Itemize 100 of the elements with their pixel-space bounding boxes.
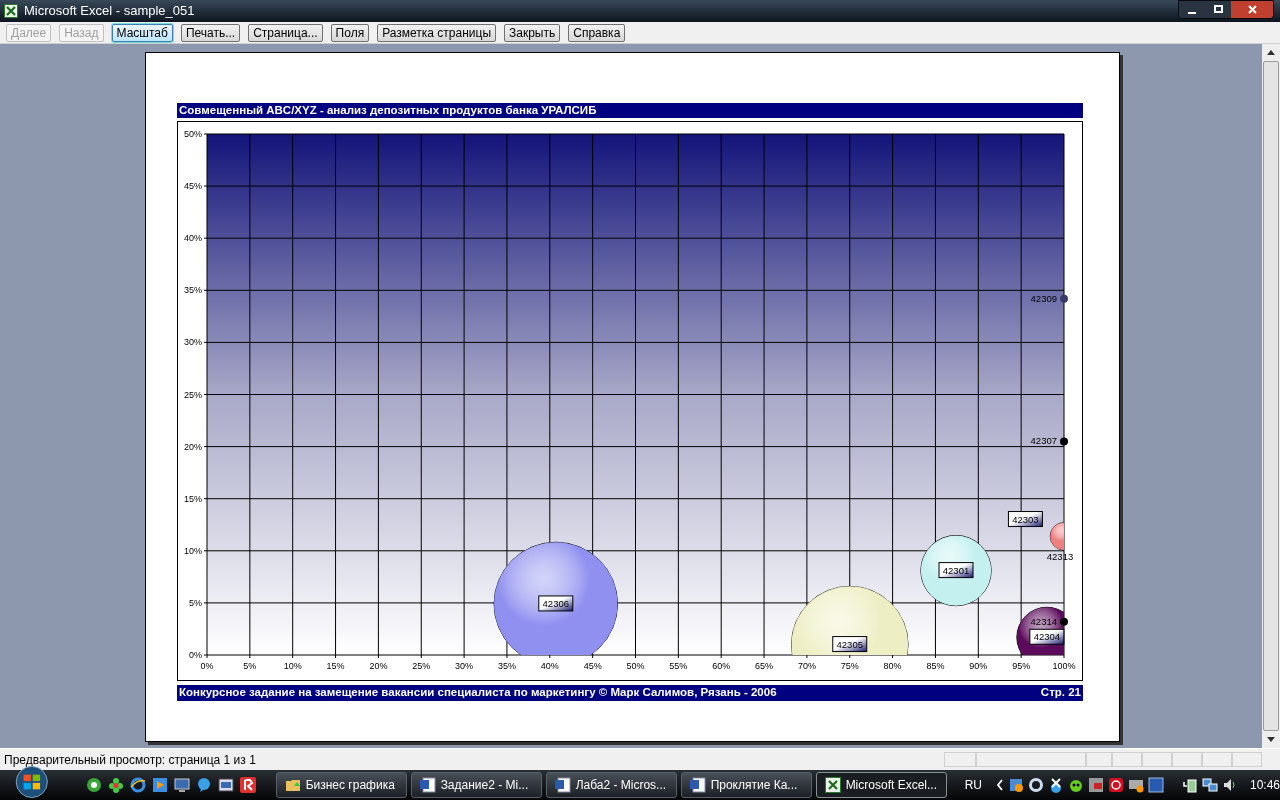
x-tick-label: 85% <box>926 661 945 671</box>
close-button[interactable] <box>1231 0 1273 18</box>
x-tick-label: 35% <box>497 661 516 671</box>
x-tick-label: 70% <box>797 661 816 671</box>
series-label: 42305 <box>836 638 863 650</box>
status-pane <box>1112 752 1142 767</box>
tray-icon[interactable] <box>1087 777 1104 793</box>
language-indicator[interactable]: RU <box>964 776 982 794</box>
x-tick-label: 90% <box>969 661 988 671</box>
maximize-icon <box>1213 5 1223 13</box>
x-tick-label: 20% <box>369 661 388 671</box>
network-icon[interactable] <box>1201 777 1218 793</box>
document-icon <box>554 777 571 793</box>
y-tick-label: 40% <box>184 233 202 244</box>
minimize-button[interactable] <box>1179 0 1205 18</box>
data-label: 42307 <box>1030 435 1057 447</box>
y-tick-label: 20% <box>184 441 202 452</box>
y-tick-label: 50% <box>184 129 202 139</box>
series-label: 42303 <box>1012 513 1039 525</box>
y-tick-label: 30% <box>184 337 202 348</box>
window-controls[interactable] <box>1178 0 1274 19</box>
x-tick-label: 30% <box>455 661 474 671</box>
x-tick-label: 100% <box>1052 661 1076 671</box>
keyboard-icon[interactable] <box>1127 777 1144 793</box>
tray-icon[interactable] <box>1107 777 1124 793</box>
x-tick-label: 15% <box>326 661 345 671</box>
ring-icon[interactable] <box>1027 777 1044 793</box>
data-label: 42303 <box>1007 511 1043 528</box>
y-tick-label: 0% <box>189 650 202 660</box>
minimize-icon <box>1188 11 1196 14</box>
data-label: 42305 <box>832 636 868 653</box>
data-point <box>1060 617 1068 626</box>
desktop-icon[interactable] <box>173 777 190 793</box>
x-tick-label: 80% <box>883 661 902 671</box>
close-icon <box>1247 4 1257 14</box>
x-tick-label: 95% <box>1012 661 1031 671</box>
data-label: 42304 <box>1029 628 1065 645</box>
data-label: 42309 <box>1030 292 1057 304</box>
toolbar-button[interactable]: Печать... <box>180 23 241 42</box>
y-tick-label: 10% <box>184 545 202 556</box>
taskbar-button[interactable]: Лаба2 - Micros... <box>545 772 677 798</box>
data-label: 42314 <box>1030 615 1057 627</box>
chat-icon[interactable] <box>195 777 212 793</box>
y-tick-label: 25% <box>184 389 202 400</box>
series-label: 42306 <box>542 597 570 609</box>
taskbar-button[interactable]: Задание2 - Mi... <box>410 772 542 798</box>
maximize-button[interactable] <box>1205 0 1231 18</box>
status-text: Предварительный просмотр: страница 1 из 1 <box>3 751 257 769</box>
toolbar-button[interactable]: Справка <box>568 23 626 42</box>
flower-icon[interactable] <box>107 777 124 793</box>
scroll-down-icon[interactable] <box>1267 737 1275 742</box>
data-label: 42301 <box>938 562 974 579</box>
x-tick-label: 45% <box>583 661 602 671</box>
toolbar-button[interactable]: Масштаб <box>111 23 173 42</box>
window-title: Microsoft Excel - sample_051 <box>24 2 195 21</box>
x-tick-label: 0% <box>200 661 214 671</box>
windows-icon[interactable] <box>217 777 234 793</box>
toolbar-button[interactable]: Закрыть <box>504 23 561 42</box>
taskbar-button[interactable]: Microsoft Excel... <box>815 772 947 798</box>
y-tick-label: 15% <box>184 493 202 504</box>
status-pane <box>1142 752 1172 767</box>
x-tick-label: 10% <box>283 661 302 671</box>
status-pane <box>1232 752 1262 767</box>
data-label: 42313 <box>1046 550 1074 562</box>
speaker-icon[interactable] <box>1221 777 1238 793</box>
tray-icon[interactable] <box>1007 777 1024 793</box>
y-tick-label: 5% <box>189 597 202 608</box>
toolbar-button[interactable]: Разметка страницы <box>377 23 496 42</box>
taskbar-button[interactable]: Бизнес графика <box>275 772 407 798</box>
footer-text: Конкурсное задание на замещение вакансии специалиста по маркетингу © Марк Салимов, Рязань - 2006 <box>179 685 777 701</box>
x-tick-label: 55% <box>669 661 688 671</box>
document-icon <box>689 777 706 793</box>
x-tick-label: 40% <box>540 661 559 671</box>
bug-icon[interactable] <box>1067 777 1084 793</box>
browser-icon[interactable] <box>129 777 146 793</box>
page-number: Стр. 21 <box>1040 685 1081 701</box>
x-tick-label: 65% <box>755 661 774 671</box>
app-icon[interactable] <box>239 777 256 793</box>
document-icon <box>419 777 436 793</box>
status-pane <box>1202 752 1232 767</box>
status-pane <box>1172 752 1202 767</box>
toolbar-button[interactable]: Поля <box>330 23 370 42</box>
x-tick-label: 60% <box>712 661 731 671</box>
x-tick-label: 5% <box>243 661 257 671</box>
play-icon[interactable] <box>151 777 168 793</box>
browser-icon[interactable] <box>85 777 102 793</box>
taskbar-button[interactable]: Проклятие Ка... <box>680 772 812 798</box>
clock[interactable]: 10:46 <box>1249 776 1280 794</box>
x-tick-label: 25% <box>412 661 431 671</box>
data-label: 42306 <box>538 595 574 612</box>
chevron-left-icon[interactable] <box>995 779 1004 791</box>
spreadsheet-icon <box>4 4 18 18</box>
power-icon[interactable] <box>1181 777 1198 793</box>
x-tick-label: 75% <box>840 661 859 671</box>
series-label: 42301 <box>942 564 970 576</box>
x-tick-label: 50% <box>626 661 645 671</box>
folder-icon <box>284 777 301 793</box>
toolbar-button[interactable]: Страница... <box>248 23 323 42</box>
y-tick-label: 35% <box>184 285 202 296</box>
scroll-up-icon[interactable] <box>1267 50 1275 55</box>
